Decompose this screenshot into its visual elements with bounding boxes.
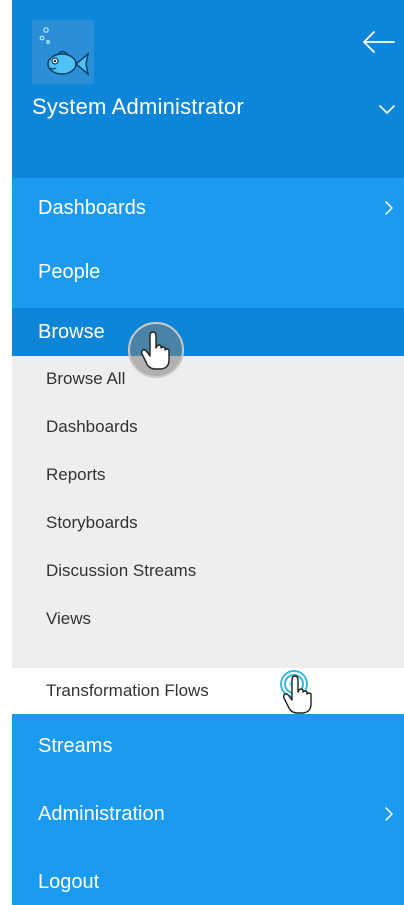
menu-item-logout[interactable]: Logout <box>12 858 404 905</box>
menu-item-streams[interactable]: Streams <box>12 722 404 770</box>
submenu-item-discussion-streams[interactable]: Discussion Streams <box>12 548 404 594</box>
chevron-right-icon <box>385 807 393 821</box>
menu-item-people[interactable]: People <box>12 248 404 296</box>
back-arrow-icon[interactable] <box>360 28 396 56</box>
user-header: System Administrator <box>12 0 404 178</box>
menu-item-dashboards[interactable]: Dashboards <box>12 184 404 232</box>
menu-item-label: People <box>38 260 101 283</box>
submenu-item-transformation-flows[interactable]: Transformation Flows <box>12 668 404 714</box>
browse-submenu: Browse All Dashboards Reports Storyboard… <box>12 356 404 714</box>
user-name[interactable]: System Administrator <box>32 94 244 120</box>
submenu-item-storyboards[interactable]: Storyboards <box>12 500 404 546</box>
submenu-item-label: Reports <box>46 465 106 484</box>
menu-item-administration[interactable]: Administration <box>12 790 404 838</box>
fish-logo-icon <box>32 20 94 84</box>
submenu-item-label: Transformation Flows <box>46 681 209 700</box>
chevron-down-icon[interactable] <box>378 102 396 116</box>
navigation-panel: System Administrator Dashboards People B… <box>12 0 404 905</box>
menu-item-label: Dashboards <box>38 196 146 219</box>
submenu-item-views[interactable]: Views <box>12 596 404 642</box>
menu-item-label: Logout <box>38 870 100 893</box>
menu-item-browse[interactable]: Browse <box>12 308 404 356</box>
submenu-item-label: Discussion Streams <box>46 561 197 580</box>
avatar[interactable] <box>32 20 94 84</box>
submenu-item-reports[interactable]: Reports <box>12 452 404 498</box>
menu-item-label: Browse <box>38 320 105 343</box>
submenu-item-dashboards[interactable]: Dashboards <box>12 404 404 450</box>
chevron-right-icon <box>385 201 393 215</box>
menu-item-label: Streams <box>38 734 113 757</box>
submenu-item-label: Storyboards <box>46 513 138 532</box>
left-border <box>0 0 12 905</box>
submenu-item-label: Browse All <box>46 369 126 388</box>
submenu-item-label: Views <box>46 609 92 628</box>
submenu-item-label: Dashboards <box>46 417 138 436</box>
menu-item-label: Administration <box>38 802 165 825</box>
submenu-item-browse-all[interactable]: Browse All <box>12 356 404 402</box>
